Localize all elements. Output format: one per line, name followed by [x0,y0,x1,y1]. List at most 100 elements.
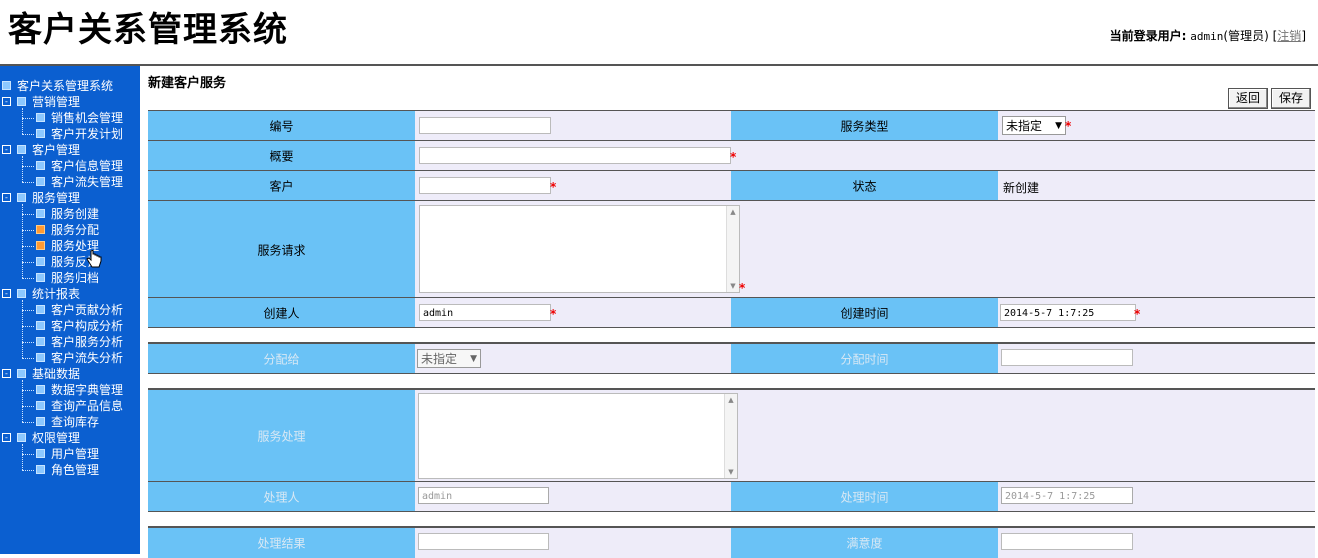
tree-item[interactable]: 客户信息管理 [36,158,123,174]
folder-icon [17,97,26,106]
tree-root[interactable]: 客户关系管理系统 [2,78,113,94]
page-icon [36,161,45,170]
page-icon [36,129,45,138]
logout-bracket-close: ] [1301,29,1306,43]
page-icon [36,465,45,474]
collapse-icon[interactable]: - [2,193,11,202]
logout-link[interactable]: 注销 [1277,29,1301,43]
tree-item[interactable]: 客户贡献分析 [36,302,123,318]
required-mark: * [739,281,746,295]
tree-connector [22,230,34,231]
label-handle-time: 处理时间 [731,482,998,512]
handler-input[interactable]: admin [418,487,549,504]
tree-item[interactable]: 查询产品信息 [36,398,123,414]
required-mark: * [550,307,557,321]
collapse-icon[interactable]: - [2,433,11,442]
service-type-select[interactable]: 未指定 ▼ [1002,116,1066,135]
collapse-icon[interactable]: - [2,369,11,378]
row-handle: 服务处理 ▲ ▼ [148,389,1315,482]
tree-connector [22,444,23,470]
tree-item[interactable]: 销售机会管理 [36,110,123,126]
label-handler: 处理人 [148,482,415,512]
section-separator [148,373,1315,389]
id-input[interactable] [419,117,551,134]
folder-icon [17,145,26,154]
tree-item[interactable]: 客户开发计划 [36,126,123,142]
row-request: 服务请求 ▲ ▼ * [148,200,1315,298]
scroll-up-icon: ▲ [730,208,736,216]
tree-group[interactable]: - 基础数据 [2,366,80,382]
sidebar-tree: 客户关系管理系统 - 营销管理 销售机会管理 客户开发计划 - 客户管理 客户信息管理 客户流失… [0,66,140,554]
user-label: 当前登录用户: [1109,29,1187,43]
user-info: 当前登录用户: admin(管理员) [注销] [1110,27,1306,44]
folder-icon [2,81,11,90]
required-mark: * [550,180,557,194]
required-mark: * [1065,119,1072,133]
main-content: 新建客户服务 返回 保存 编号 服务类型 未指定 ▼ * 概要 * 客户 * 状… [140,66,1318,558]
tree-item[interactable]: 角色管理 [36,462,99,478]
chevron-down-icon: ▼ [1055,121,1062,131]
tree-item[interactable]: 服务创建 [36,206,99,222]
tree-item[interactable]: 服务分配 [36,222,99,238]
tree-item[interactable]: 客户流失分析 [36,350,123,366]
tree-connector [22,390,34,391]
back-button[interactable]: 返回 [1228,88,1269,109]
collapse-icon[interactable]: - [2,289,11,298]
tree-connector [22,422,34,423]
assign-to-select[interactable]: 未指定 ▼ [417,349,481,368]
tree-connector [22,118,34,119]
tree-item[interactable]: 客户服务分析 [36,334,123,350]
creator-input[interactable]: admin [419,304,551,321]
chevron-down-icon: ▼ [470,354,477,364]
tree-connector [22,204,23,278]
tree-group[interactable]: - 统计报表 [2,286,80,302]
handle-textarea[interactable]: ▲ ▼ [418,393,738,479]
label-created-time: 创建时间 [731,298,998,328]
tree-item[interactable]: 客户构成分析 [36,318,123,334]
result-input[interactable] [418,533,549,550]
page-icon [36,209,45,218]
label-handle: 服务处理 [148,390,415,482]
textarea-scrollbar[interactable]: ▲ ▼ [724,394,737,478]
collapse-icon[interactable]: - [2,97,11,106]
tree-connector [22,214,34,215]
label-assign-to: 分配给 [148,344,415,374]
page-icon [36,225,45,234]
request-textarea[interactable]: ▲ ▼ [419,205,740,293]
tree-group[interactable]: - 营销管理 [2,94,80,110]
tree-item[interactable]: 数据字典管理 [36,382,123,398]
tree-connector [22,108,23,134]
tree-group[interactable]: - 客户管理 [2,142,80,158]
satisfaction-input[interactable] [1001,533,1133,550]
summary-input[interactable] [419,147,731,164]
scroll-down-icon: ▼ [730,282,736,290]
save-button[interactable]: 保存 [1271,88,1312,109]
tree-connector [22,278,34,279]
customer-input[interactable] [419,177,551,194]
header: 客户关系管理系统 当前登录用户: admin(管理员) [注销] [0,0,1318,64]
textarea-scrollbar[interactable]: ▲ ▼ [726,206,739,292]
page-icon [36,241,45,250]
row-id: 编号 服务类型 未指定 ▼ * [148,110,1315,141]
handle-time-input[interactable]: 2014-5-7 1:7:25 [1001,487,1133,504]
collapse-icon[interactable]: - [2,145,11,154]
tree-item[interactable]: 查询库存 [36,414,99,430]
tree-item[interactable]: 客户流失管理 [36,174,123,190]
tree-item[interactable]: 用户管理 [36,446,99,462]
assign-time-input[interactable] [1001,349,1133,366]
service-type-value: 未指定 [1006,119,1043,133]
tree-connector [22,380,23,422]
created-time-input[interactable]: 2014-5-7 1:7:25 [1000,304,1136,321]
tree-group[interactable]: - 权限管理 [2,430,80,446]
tree-group[interactable]: - 服务管理 [2,190,80,206]
scroll-down-icon: ▼ [728,468,734,476]
page-icon [36,321,45,330]
tree-connector [22,134,34,135]
page-icon [36,257,45,266]
required-mark: * [730,150,737,164]
page-icon [36,353,45,362]
row-creator: 创建人 admin * 创建时间 2014-5-7 1:7:25 * [148,297,1315,328]
label-id: 编号 [148,111,415,141]
tree-connector [22,358,34,359]
tree-connector [22,470,34,471]
